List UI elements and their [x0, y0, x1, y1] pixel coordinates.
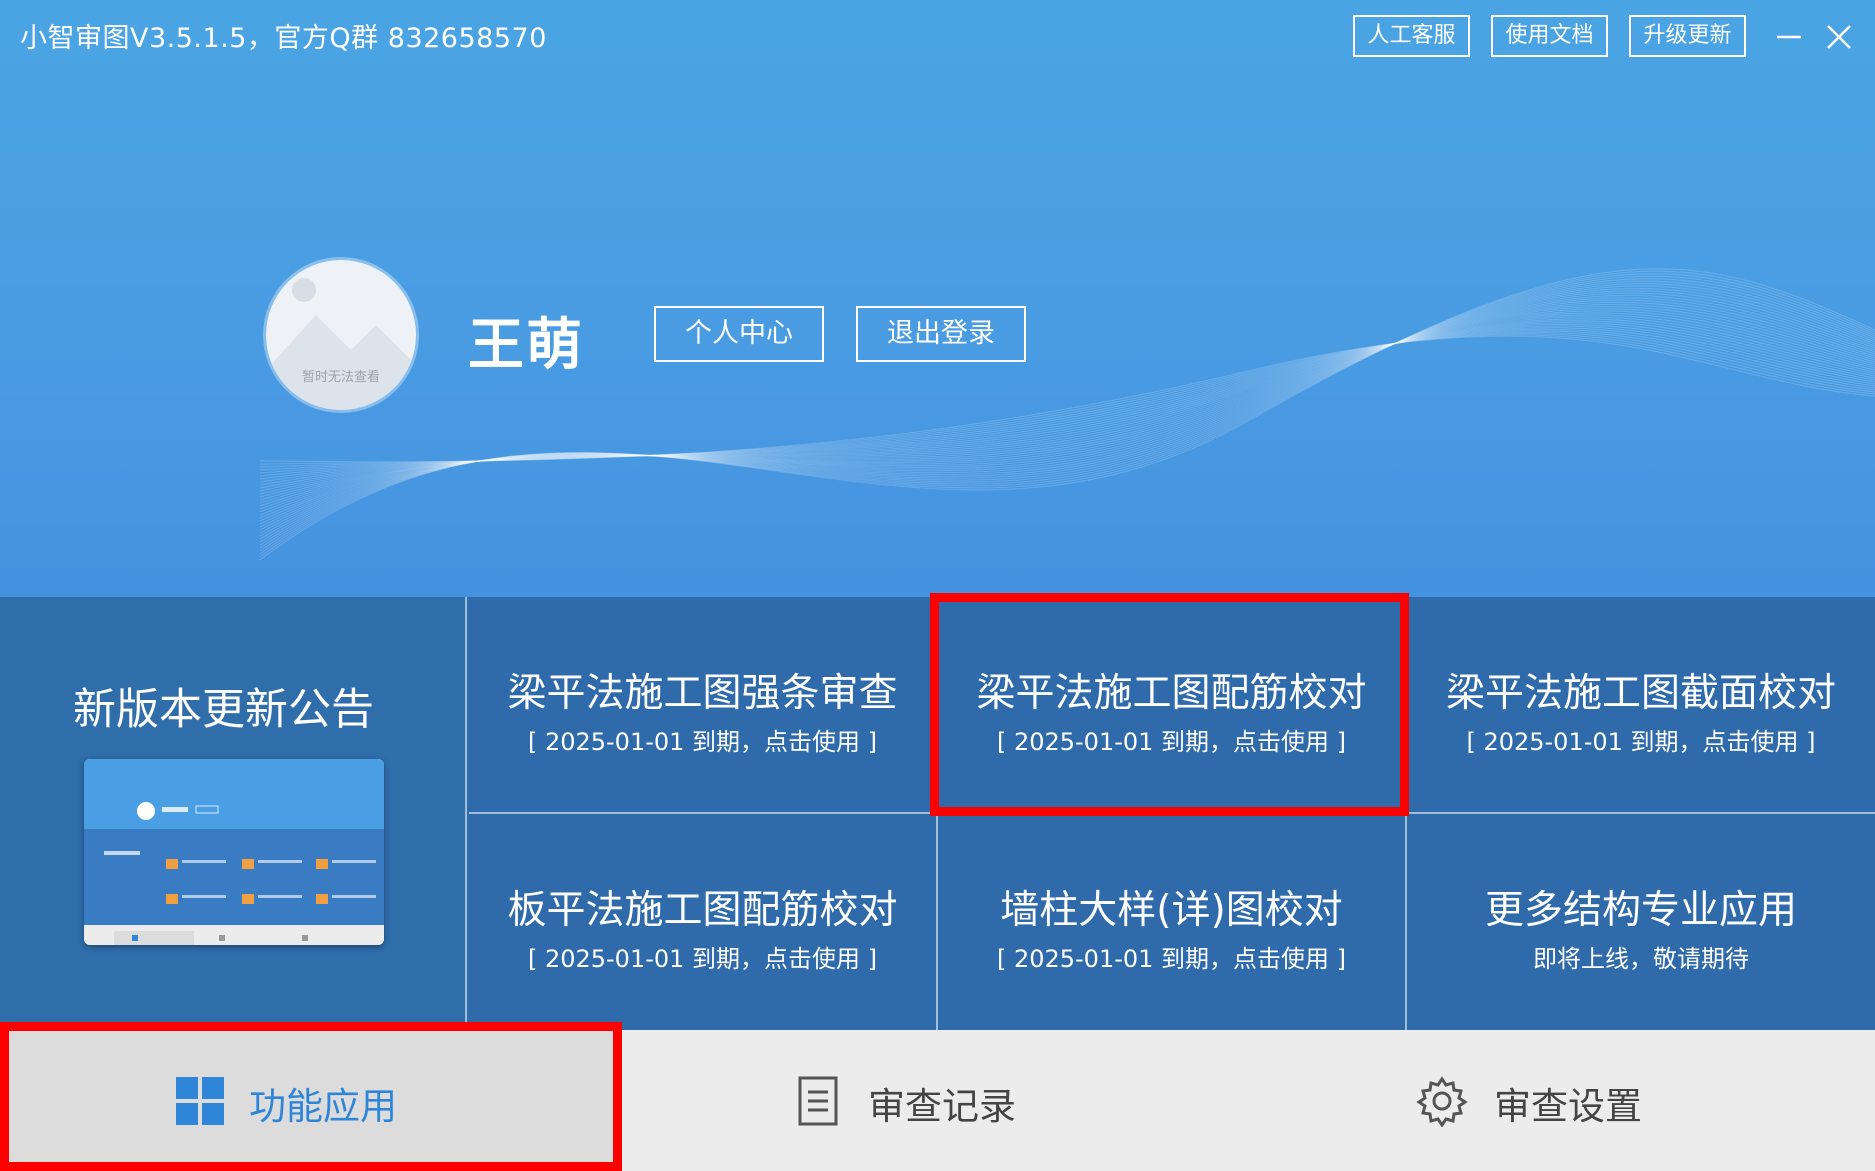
grid-icon	[176, 1077, 224, 1125]
tile-divider	[469, 812, 1875, 814]
tile-beam-mandatory-review[interactable]: 梁平法施工图强条审查 [ 2025-01-01 到期，点击使用 ]	[469, 597, 936, 813]
personal-center-button[interactable]: 个人中心	[654, 306, 824, 362]
tile-expiry: [ 2025-01-01 到期，点击使用 ]	[527, 728, 878, 756]
tile-title: 梁平法施工图强条审查	[507, 671, 898, 716]
nav-label: 功能应用	[249, 1085, 397, 1128]
tile-expiry: [ 2025-01-01 到期，点击使用 ]	[996, 945, 1347, 973]
minimize-icon[interactable]	[1772, 20, 1806, 54]
username: 王萌	[468, 313, 584, 378]
tile-wall-column-detail-check[interactable]: 墙柱大样(详)图校对 [ 2025-01-01 到期，点击使用 ]	[938, 814, 1405, 1030]
nav-label: 审查记录	[868, 1085, 1016, 1128]
bottom-nav: 功能应用 审查记录 审查设置	[0, 1022, 1875, 1171]
tile-title: 梁平法施工图配筋校对	[976, 671, 1367, 716]
upgrade-button[interactable]: 升级更新	[1629, 15, 1746, 57]
image-placeholder-icon	[266, 278, 416, 410]
tile-more-structure-apps[interactable]: 更多结构专业应用 即将上线，敬请期待	[1407, 814, 1875, 1030]
tile-beam-reinforcement-check[interactable]: 梁平法施工图配筋校对 [ 2025-01-01 到期，点击使用 ]	[938, 597, 1405, 813]
tile-expiry: [ 2025-01-01 到期，点击使用 ]	[996, 728, 1347, 756]
tile-beam-section-check[interactable]: 梁平法施工图截面校对 [ 2025-01-01 到期，点击使用 ]	[1407, 597, 1875, 813]
tile-expiry: [ 2025-01-01 到期，点击使用 ]	[1466, 728, 1816, 756]
tile-expiry: [ 2025-01-01 到期，点击使用 ]	[527, 945, 878, 973]
announcement-title: 新版本更新公告	[73, 685, 374, 735]
tile-title: 梁平法施工图截面校对	[1445, 671, 1836, 716]
tile-title: 墙柱大样(详)图校对	[1000, 888, 1343, 933]
app-preview-thumbnail[interactable]	[84, 759, 384, 945]
function-panel: 新版本更新公告 梁平法施工图强条审查 [2025-01-01 到期，点击使用 …	[0, 593, 1875, 1030]
tile-title: 板平法施工图配筋校对	[507, 888, 898, 933]
avatar[interactable]: 暂时无法查看	[266, 260, 416, 410]
app-title: 小智审图V3.5.1.5，官方Q群 832658570	[20, 23, 547, 54]
avatar-caption: 暂时无法查看	[301, 370, 380, 385]
header-banner: 小智审图V3.5.1.5，官方Q群 832658570 人工客服 使用文档 升级…	[0, 0, 1875, 597]
nav-function-apps[interactable]: 功能应用	[0, 1030, 622, 1171]
close-icon[interactable]	[1822, 20, 1856, 54]
update-announcement[interactable]: 新版本更新公告	[0, 597, 467, 1030]
tile-coming-soon: 即将上线，敬请期待	[1533, 945, 1749, 973]
nav-label: 审查设置	[1494, 1085, 1642, 1128]
user-docs-button[interactable]: 使用文档	[1491, 15, 1608, 57]
nav-review-records[interactable]: 审查记录	[622, 1030, 1248, 1171]
tile-slab-reinforcement-check[interactable]: 板平法施工图配筋校对 [ 2025-01-01 到期，点击使用 ]	[469, 814, 936, 1030]
tile-title: 更多结构专业应用	[1484, 888, 1797, 933]
customer-service-button[interactable]: 人工客服	[1353, 15, 1470, 57]
preview-image	[84, 759, 384, 945]
nav-review-settings[interactable]: 审查设置	[1248, 1030, 1875, 1171]
logout-button[interactable]: 退出登录	[856, 306, 1026, 362]
gear-icon	[1416, 1076, 1468, 1127]
document-icon	[798, 1076, 838, 1126]
